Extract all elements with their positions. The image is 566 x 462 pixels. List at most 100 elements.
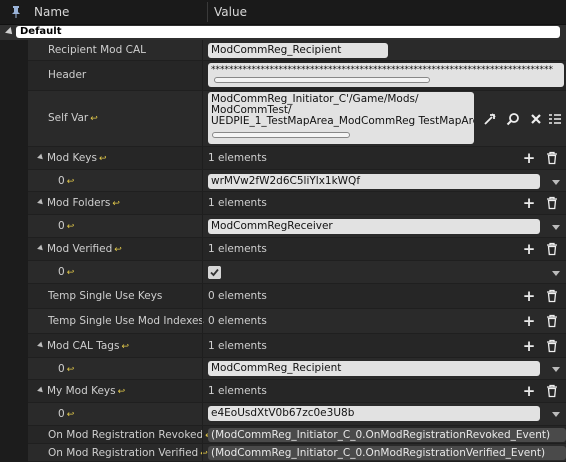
category-default[interactable]: Default — [0, 25, 566, 40]
array-element-row: 0 ↩ wrMVw2fW2d6C5liYlx1kWQf — [28, 170, 566, 192]
self-var-scrollbar[interactable] — [212, 132, 350, 138]
mod-key-field[interactable]: wrMVw2fW2d6C5liYlx1kWQf — [208, 174, 540, 189]
reset-to-default-icon[interactable]: ↩ — [99, 154, 107, 164]
property-label: Temp Single Use Keys — [48, 290, 163, 302]
plus-icon[interactable]: + — [522, 151, 536, 166]
element-count: 1 elements — [208, 152, 267, 164]
plus-icon[interactable]: + — [522, 289, 536, 304]
chevron-down-icon[interactable] — [552, 412, 560, 417]
mod-keys-label: Mod Keys — [47, 152, 97, 164]
header-scrollbar[interactable] — [214, 77, 430, 83]
column-divider[interactable] — [207, 2, 208, 22]
row-divider — [202, 284, 203, 308]
trash-icon[interactable] — [545, 196, 559, 210]
reset-to-default-icon[interactable]: ↩ — [121, 342, 129, 352]
name-column-header[interactable]: Name — [34, 5, 69, 19]
close-icon[interactable] — [529, 112, 543, 126]
trash-icon[interactable] — [545, 384, 559, 398]
expand-arrow-icon[interactable] — [37, 386, 45, 395]
trash-icon[interactable] — [545, 151, 559, 165]
property-label: Recipient Mod CAL — [48, 44, 146, 56]
mod-cal-tag-field[interactable]: ModCommReg_Recipient — [208, 361, 540, 376]
array-index-label: 0 ↩ — [58, 175, 74, 187]
self-var-line-3: UEDPIE_1_TestMapArea_ModCommReg TestMapA… — [211, 115, 474, 127]
chevron-down-icon[interactable] — [552, 180, 560, 185]
search-icon[interactable] — [506, 112, 520, 126]
array-element-row: 0 ↩ ModCommReg_Recipient — [28, 358, 566, 380]
property-row-self-var: Self Var ↩ ModCommReg_Initiator_C'/Game/M… — [28, 91, 566, 147]
row-divider — [202, 358, 203, 379]
my-mod-keys-label: My Mod Keys — [47, 385, 116, 397]
index: 0 — [58, 266, 65, 278]
mod-folder-field[interactable]: ModCommRegReceiver — [208, 219, 540, 234]
expand-arrow-icon[interactable] — [37, 153, 45, 162]
row-divider — [202, 215, 203, 237]
header-value: ****************************************… — [211, 65, 553, 75]
chevron-down-icon[interactable] — [552, 225, 560, 230]
property-label: Mod CAL Tags ↩ — [37, 340, 129, 352]
property-label: Mod Keys ↩ — [37, 152, 107, 164]
property-label: Mod Folders ↩ — [37, 197, 120, 209]
array-index-label: 0 ↩ — [58, 266, 74, 278]
row-divider — [202, 426, 203, 443]
property-row-my-mod-keys: My Mod Keys ↩ 1 elements + — [28, 380, 566, 403]
array-element-row: 0 ↩ ModCommRegReceiver — [28, 215, 566, 238]
expand-arrow-icon[interactable] — [37, 244, 45, 253]
mod-folders-label: Mod Folders — [47, 197, 111, 209]
plus-icon[interactable]: + — [522, 314, 536, 329]
expand-arrow-icon[interactable] — [37, 341, 45, 350]
header-text-field[interactable]: ****************************************… — [208, 63, 564, 87]
property-row-temp-single-use-keys: Temp Single Use Keys 0 elements + — [28, 284, 566, 309]
plus-icon[interactable]: + — [522, 196, 536, 211]
property-label: On Mod Registration Verified ↩ — [48, 447, 208, 459]
plus-icon[interactable]: + — [522, 339, 536, 354]
arrow-pick-icon[interactable] — [483, 112, 497, 126]
row-divider — [202, 147, 203, 169]
row-divider — [202, 309, 203, 333]
array-element-row: 0 ↩ e4EoUsdXtV0b67zc0e3U8b — [28, 403, 566, 426]
reset-to-default-icon[interactable]: ↩ — [67, 222, 75, 232]
details-header: Name Value — [0, 0, 566, 25]
reset-to-default-icon[interactable]: ↩ — [90, 114, 98, 124]
value-column-header[interactable]: Value — [214, 5, 247, 19]
property-row-on-mod-registration-revoked: On Mod Registration Revoked↩ (ModCommReg… — [28, 426, 566, 444]
on-mod-registration-verified-label: On Mod Registration Verified — [48, 447, 199, 459]
collapse-arrow-icon[interactable] — [5, 27, 15, 37]
reset-to-default-icon[interactable]: ↩ — [67, 410, 75, 420]
on-mod-registration-revoked-label: On Mod Registration Revoked — [48, 429, 204, 441]
trash-icon[interactable] — [545, 242, 559, 256]
array-index-label: 0 ↩ — [58, 363, 74, 375]
reset-to-default-icon[interactable]: ↩ — [67, 177, 75, 187]
reset-to-default-icon[interactable]: ↩ — [67, 365, 75, 375]
my-mod-key-field[interactable]: e4EoUsdXtV0b67zc0e3U8b — [208, 406, 540, 421]
reset-to-default-icon[interactable]: ↩ — [67, 268, 75, 278]
array-index-label: 0 ↩ — [58, 408, 74, 420]
property-label: Temp Single Use Mod Indexes — [48, 315, 204, 327]
pin-icon[interactable] — [10, 5, 22, 19]
element-count: 1 elements — [208, 243, 267, 255]
expand-arrow-icon[interactable] — [37, 198, 45, 207]
reset-to-default-icon[interactable]: ↩ — [118, 387, 126, 397]
plus-icon[interactable]: + — [522, 384, 536, 399]
property-label: Mod Verified ↩ — [37, 243, 122, 255]
list-options-icon[interactable] — [548, 112, 562, 126]
property-row-on-mod-registration-verified: On Mod Registration Verified ↩ (ModCommRe… — [28, 444, 566, 462]
index: 0 — [58, 363, 65, 375]
array-index-label: 0 ↩ — [58, 220, 74, 232]
trash-icon[interactable] — [545, 289, 559, 303]
on-mod-registration-revoked-field[interactable]: (ModCommReg_Initiator_C_0.OnModRegistrat… — [208, 428, 566, 442]
recipient-mod-cal-field[interactable]: ModCommReg_Recipient — [208, 43, 388, 58]
mod-verified-checkbox[interactable] — [208, 266, 221, 279]
chevron-down-icon[interactable] — [552, 367, 560, 372]
on-mod-registration-verified-field[interactable]: (ModCommReg_Initiator_C_0.OnModRegistrat… — [208, 446, 566, 460]
indent-gutter — [0, 40, 28, 462]
trash-icon[interactable] — [545, 339, 559, 353]
trash-icon[interactable] — [545, 314, 559, 328]
reset-to-default-icon[interactable]: ↩ — [112, 199, 120, 209]
property-row-mod-keys: Mod Keys ↩ 1 elements + — [28, 147, 566, 170]
chevron-down-icon[interactable] — [552, 271, 560, 276]
index: 0 — [58, 220, 65, 232]
row-divider — [202, 40, 203, 60]
reset-to-default-icon[interactable]: ↩ — [114, 245, 122, 255]
plus-icon[interactable]: + — [522, 242, 536, 257]
